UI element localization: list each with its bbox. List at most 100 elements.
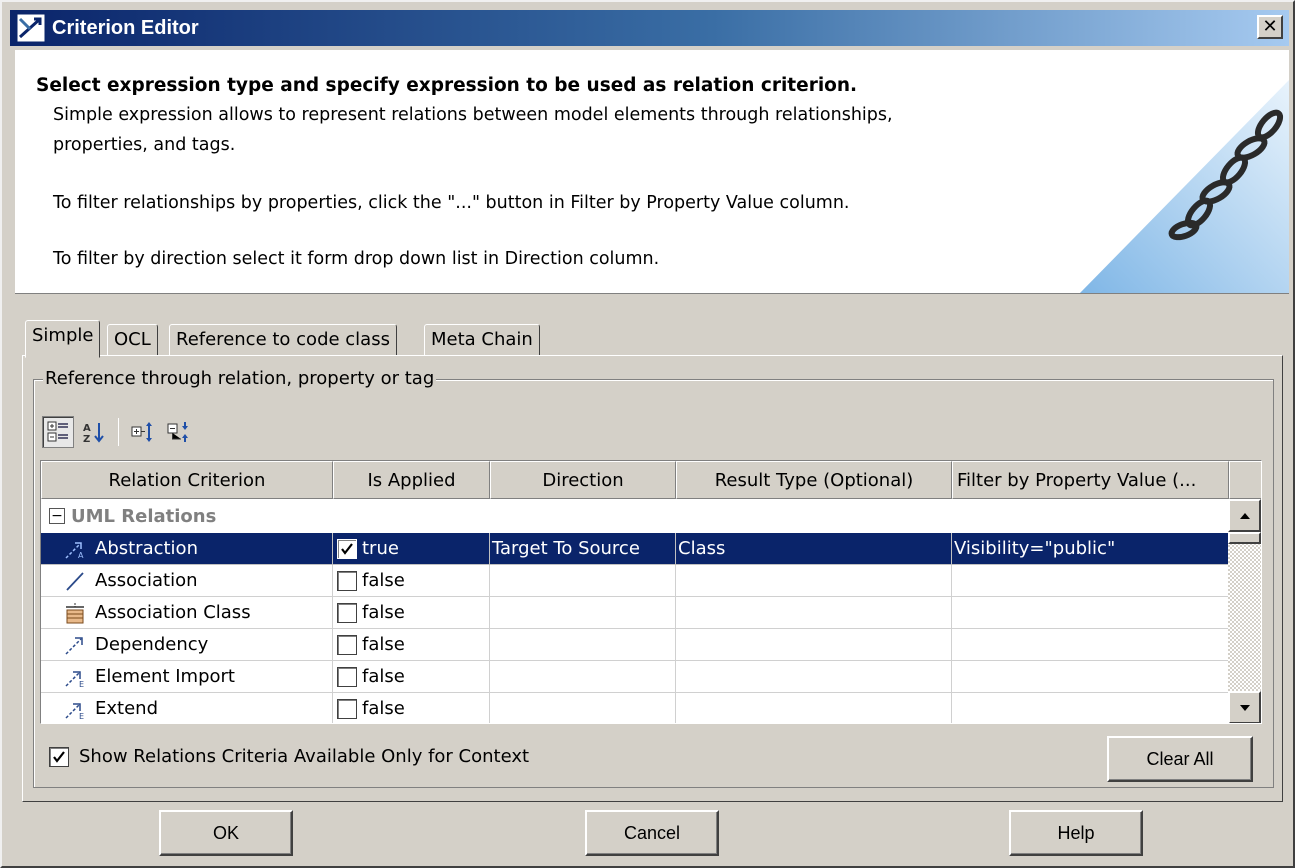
- filter-cell[interactable]: [952, 565, 1229, 597]
- close-button[interactable]: ✕: [1257, 15, 1283, 39]
- dependency-icon: [63, 633, 87, 657]
- is-applied-value: false: [362, 602, 405, 623]
- is-applied-value: true: [362, 538, 399, 559]
- result-type-cell[interactable]: [676, 565, 952, 597]
- scroll-down-button[interactable]: [1228, 691, 1261, 723]
- result-type-cell[interactable]: [676, 629, 952, 661]
- description-line: To filter by direction select it form dr…: [53, 249, 660, 269]
- vertical-scrollbar[interactable]: [1228, 499, 1261, 723]
- result-type-cell[interactable]: [676, 597, 952, 629]
- is-applied-cell[interactable]: false: [333, 629, 490, 661]
- show-context-only-label: Show Relations Criteria Available Only f…: [79, 746, 530, 767]
- window-title: Criterion Editor: [52, 16, 199, 39]
- tab-meta-chain[interactable]: Meta Chain: [424, 324, 540, 356]
- column-header-filter-by-property[interactable]: Filter by Property Value (...: [952, 461, 1229, 499]
- cancel-button[interactable]: Cancel: [585, 810, 719, 856]
- is-applied-cell[interactable]: false: [333, 597, 490, 629]
- is-applied-checkbox[interactable]: [337, 570, 357, 591]
- direction-cell[interactable]: [490, 597, 676, 629]
- table-toolbar: A Z: [42, 414, 199, 450]
- checkmark-icon: [53, 750, 65, 763]
- is-applied-cell[interactable]: false: [333, 693, 490, 723]
- scroll-up-button[interactable]: [1228, 499, 1261, 532]
- tab-ocl[interactable]: OCL: [107, 324, 158, 356]
- group-row-uml-relations[interactable]: − UML Relations: [41, 499, 1229, 533]
- svg-text:Z: Z: [83, 434, 90, 444]
- filter-cell[interactable]: Visibility="public": [952, 533, 1229, 565]
- column-header-is-applied[interactable]: Is Applied: [333, 461, 490, 499]
- table-header: Relation Criterion Is Applied Direction …: [41, 461, 1261, 499]
- column-header-relation-criterion[interactable]: Relation Criterion: [41, 461, 333, 499]
- is-applied-checkbox[interactable]: [337, 634, 357, 655]
- title-bar[interactable]: Criterion Editor ✕: [10, 10, 1289, 46]
- column-header-direction[interactable]: Direction: [490, 461, 676, 499]
- direction-cell[interactable]: Target To Source: [490, 533, 676, 565]
- group-label: UML Relations: [71, 505, 217, 527]
- direction-cell[interactable]: [490, 629, 676, 661]
- scroll-thumb[interactable]: [1228, 532, 1261, 544]
- is-applied-checkbox[interactable]: [337, 538, 357, 559]
- column-header-result-type[interactable]: Result Type (Optional): [676, 461, 952, 499]
- relation-name: Association: [95, 570, 198, 591]
- description-heading: Select expression type and specify expre…: [36, 75, 858, 96]
- result-type-cell[interactable]: Class: [676, 533, 952, 565]
- filter-cell[interactable]: [952, 661, 1229, 693]
- description-panel: Select expression type and specify expre…: [15, 50, 1289, 294]
- relation-name-cell[interactable]: Association Class: [41, 597, 333, 629]
- relation-name-cell[interactable]: A Abstraction: [41, 533, 333, 565]
- is-applied-checkbox[interactable]: [337, 698, 357, 719]
- is-applied-cell[interactable]: true: [333, 533, 490, 565]
- relation-name-cell[interactable]: E Extend: [41, 693, 333, 723]
- filter-cell[interactable]: [952, 693, 1229, 723]
- collapse-all-icon: [167, 422, 188, 442]
- collapse-icon[interactable]: −: [49, 508, 65, 524]
- association-class-icon: [63, 601, 87, 625]
- is-applied-checkbox[interactable]: [337, 602, 357, 623]
- svg-text:A: A: [78, 551, 84, 560]
- table-row[interactable]: Association Class false: [41, 597, 1229, 629]
- relation-name-cell[interactable]: Dependency: [41, 629, 333, 661]
- categorized-view-button[interactable]: [42, 416, 74, 448]
- help-button[interactable]: Help: [1009, 810, 1143, 856]
- relation-name: Association Class: [95, 602, 251, 623]
- is-applied-value: false: [362, 666, 405, 687]
- categorized-view-icon: [47, 421, 68, 442]
- relation-name-cell[interactable]: Association: [41, 565, 333, 597]
- direction-cell[interactable]: [490, 661, 676, 693]
- ok-button[interactable]: OK: [159, 810, 293, 856]
- result-type-cell[interactable]: [676, 693, 952, 723]
- is-applied-checkbox[interactable]: [337, 666, 357, 687]
- groupbox-title: Reference through relation, property or …: [43, 368, 437, 390]
- column-header-filler: [1229, 461, 1261, 499]
- checkmark-icon: [341, 542, 353, 555]
- table-row[interactable]: E Extend false: [41, 693, 1229, 723]
- table-row[interactable]: E Element Import false: [41, 661, 1229, 693]
- filter-cell[interactable]: [952, 597, 1229, 629]
- tab-simple[interactable]: Simple: [25, 320, 101, 358]
- description-line: To filter relationships by properties, c…: [53, 193, 850, 213]
- filter-cell[interactable]: [952, 629, 1229, 661]
- tab-reference-to-code-class[interactable]: Reference to code class: [169, 324, 397, 356]
- table-row[interactable]: Association false: [41, 565, 1229, 597]
- show-context-only-checkbox[interactable]: [49, 746, 69, 767]
- expand-all-button[interactable]: [127, 416, 159, 448]
- element-import-icon: E: [63, 665, 87, 689]
- relation-name: Abstraction: [95, 538, 198, 559]
- clear-all-button[interactable]: Clear All: [1107, 736, 1253, 782]
- collapse-all-button[interactable]: [163, 416, 195, 448]
- show-context-only-option[interactable]: Show Relations Criteria Available Only f…: [49, 746, 529, 767]
- sort-alphabetically-button[interactable]: A Z: [78, 416, 110, 448]
- relation-name-cell[interactable]: E Element Import: [41, 661, 333, 693]
- is-applied-cell[interactable]: false: [333, 661, 490, 693]
- description-line: properties, and tags.: [53, 135, 236, 155]
- is-applied-cell[interactable]: false: [333, 565, 490, 597]
- table-row[interactable]: A Abstraction true Target To Source Clas…: [41, 533, 1229, 565]
- direction-cell[interactable]: [490, 565, 676, 597]
- expand-all-icon: [131, 422, 152, 442]
- direction-cell[interactable]: [490, 693, 676, 723]
- chain-icon: [1079, 80, 1289, 293]
- app-icon: [16, 13, 46, 43]
- table-row[interactable]: Dependency false: [41, 629, 1229, 661]
- result-type-cell[interactable]: [676, 661, 952, 693]
- svg-text:E: E: [79, 712, 84, 720]
